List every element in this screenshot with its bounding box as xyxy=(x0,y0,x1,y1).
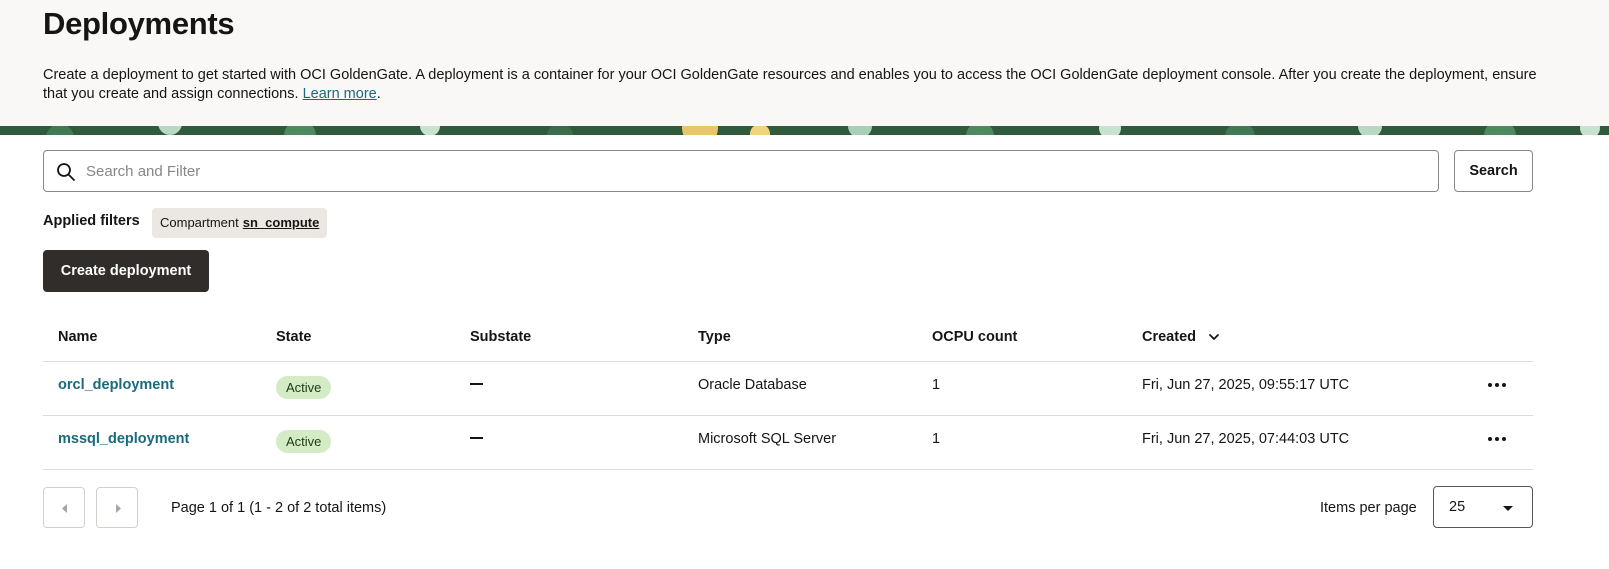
search-icon xyxy=(57,163,75,181)
chevron-right-icon xyxy=(116,504,121,513)
learn-more-link[interactable]: Learn more xyxy=(303,86,377,102)
chevron-left-icon xyxy=(62,504,67,513)
page-info: Page 1 of 1 (1 - 2 of 2 total items) xyxy=(171,500,387,516)
next-page-button[interactable] xyxy=(96,487,138,528)
previous-page-button[interactable] xyxy=(43,487,85,528)
created-date: Fri, Jun 27, 2025, 09:55:17 UTC xyxy=(1142,377,1350,393)
deployment-name-link[interactable]: mssql_deployment xyxy=(58,431,189,447)
column-header-created[interactable]: Created xyxy=(1142,329,1220,345)
row-actions-more-icon[interactable] xyxy=(1488,380,1510,390)
ocpu-count: 1 xyxy=(932,431,941,447)
created-date: Fri, Jun 27, 2025, 07:44:03 UTC xyxy=(1142,431,1350,447)
deployment-type: Oracle Database xyxy=(698,377,807,393)
table-divider xyxy=(43,469,1533,470)
row-actions-more-icon[interactable] xyxy=(1488,434,1510,444)
table-divider xyxy=(43,361,1533,362)
page-title: Deployments xyxy=(43,6,235,41)
caret-down-icon xyxy=(1503,506,1513,511)
column-header-name: Name xyxy=(58,329,98,345)
items-per-page-value: 25 xyxy=(1449,499,1466,515)
table-divider xyxy=(43,415,1533,416)
filter-chip-value[interactable]: sn_compute xyxy=(243,215,320,230)
search-button[interactable]: Search xyxy=(1454,150,1533,192)
applied-filters-label: Applied filters xyxy=(43,213,140,229)
description-period: . xyxy=(376,86,381,102)
column-header-state: State xyxy=(276,329,312,345)
description-text: Create a deployment to get started with … xyxy=(43,67,1537,102)
compartment-filter-chip[interactable]: Compartment sn_compute xyxy=(152,208,328,238)
deployment-type: Microsoft SQL Server xyxy=(698,431,837,447)
substate-empty-dash xyxy=(470,437,483,439)
search-input[interactable] xyxy=(86,159,1426,183)
filter-chip-key: Compartment xyxy=(160,215,239,230)
page-description: Create a deployment to get started with … xyxy=(43,66,1543,104)
chevron-down-icon[interactable] xyxy=(1208,331,1220,343)
items-per-page-select[interactable]: 25 xyxy=(1433,486,1533,528)
page-header: Deployments Create a deployment to get s… xyxy=(0,0,1609,126)
deployment-name-link[interactable]: orcl_deployment xyxy=(58,377,174,393)
items-per-page-label: Items per page xyxy=(1320,500,1417,516)
decorative-banner xyxy=(0,126,1609,135)
substate-empty-dash xyxy=(470,383,483,385)
status-badge: Active xyxy=(276,376,332,399)
ocpu-count: 1 xyxy=(932,377,941,393)
create-deployment-button[interactable]: Create deployment xyxy=(43,250,209,292)
status-badge: Active xyxy=(276,430,332,453)
created-header-label[interactable]: Created xyxy=(1142,329,1196,345)
column-header-type: Type xyxy=(698,329,731,345)
column-header-ocpu-count: OCPU count xyxy=(932,329,1018,345)
search-field[interactable] xyxy=(43,150,1439,192)
column-header-substate: Substate xyxy=(470,329,532,345)
